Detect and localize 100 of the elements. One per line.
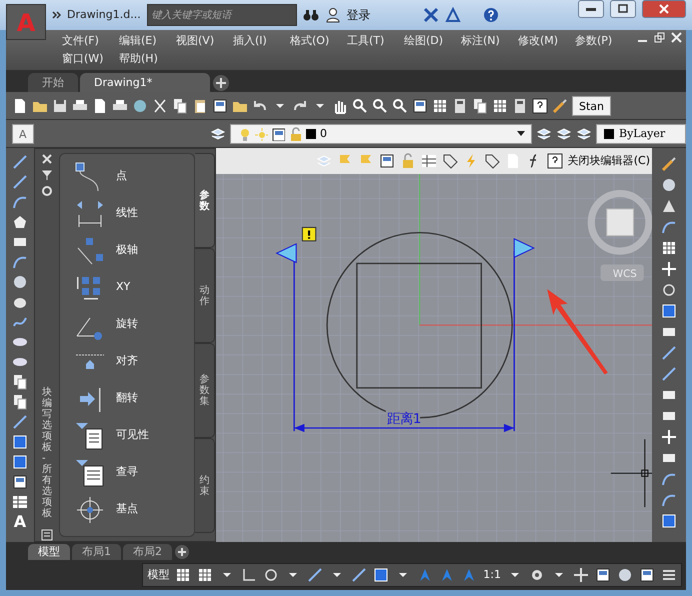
arc-icon[interactable] [12, 194, 28, 210]
arc-icon[interactable] [661, 492, 677, 508]
document-icon[interactable] [12, 98, 28, 114]
circle-icon[interactable] [617, 567, 633, 583]
table-icon[interactable] [420, 153, 437, 169]
restore-icon[interactable] [654, 32, 665, 43]
palette-item[interactable]: 对齐 [60, 343, 194, 380]
line-icon[interactable] [661, 345, 677, 361]
palette-item[interactable]: 线性 [60, 195, 194, 232]
window-icon[interactable] [639, 567, 655, 583]
menu-icon[interactable] [661, 567, 677, 583]
square-icon[interactable] [12, 434, 28, 450]
square-icon[interactable] [373, 567, 390, 583]
menu-item[interactable]: 窗口(W) [62, 50, 119, 68]
x-logo-icon[interactable] [422, 7, 439, 23]
double-chevron-icon[interactable] [52, 9, 61, 21]
warning-icon[interactable] [302, 226, 316, 242]
menu-item[interactable]: 帮助(H) [119, 50, 176, 68]
binoculars-icon[interactable] [302, 7, 319, 23]
help-icon[interactable] [482, 7, 499, 23]
triangle-icon[interactable] [444, 7, 461, 23]
move-icon[interactable] [661, 261, 677, 277]
line-icon[interactable] [307, 567, 324, 583]
plus-icon[interactable] [573, 567, 589, 583]
palette-item[interactable]: 查寻 [60, 454, 194, 491]
layers-icon[interactable] [576, 126, 592, 142]
window-icon[interactable] [378, 153, 395, 169]
layers-icon[interactable] [556, 126, 572, 142]
line-icon[interactable] [351, 567, 368, 583]
window-icon[interactable] [12, 474, 28, 490]
grip-triangle-icon[interactable] [514, 238, 535, 258]
pages-icon[interactable] [12, 374, 28, 390]
login-link[interactable]: 登录 [346, 6, 417, 24]
properties-icon[interactable] [41, 529, 53, 541]
angle-icon[interactable] [241, 567, 258, 583]
arc-icon[interactable] [661, 219, 677, 235]
document-icon[interactable] [92, 98, 108, 114]
line-icon[interactable] [12, 174, 28, 190]
close-block-editor-link[interactable]: 关闭块编辑器(C) [568, 152, 650, 170]
text-tool-icon[interactable]: A [14, 514, 26, 530]
grid-icon[interactable] [175, 567, 192, 583]
calculator-icon[interactable] [452, 98, 468, 114]
window-icon[interactable] [212, 98, 228, 114]
grip-triangle-icon[interactable] [275, 243, 297, 264]
file-tab[interactable]: 开始 [28, 73, 78, 92]
palette-item[interactable]: 可见性 [60, 417, 194, 454]
calculator-icon[interactable] [512, 98, 528, 114]
color-dropdown[interactable]: ByLayer [596, 124, 686, 144]
scissors-icon[interactable] [152, 98, 168, 114]
circle-icon[interactable] [661, 177, 677, 193]
add-tab-icon[interactable] [212, 74, 230, 92]
close-icon[interactable] [671, 32, 682, 43]
menu-item[interactable]: 文件(F) [62, 32, 119, 50]
palette-item[interactable]: 旋转 [60, 306, 194, 343]
add-tab-icon[interactable] [174, 544, 190, 560]
square-icon[interactable] [661, 303, 677, 319]
text-style-field[interactable]: A [12, 124, 34, 144]
save-icon[interactable] [52, 98, 68, 114]
palette-item[interactable]: 点 [60, 158, 194, 195]
magnifier-icon[interactable] [372, 98, 388, 114]
palette-item[interactable]: 基点 [60, 491, 194, 528]
pentagon-icon[interactable] [12, 214, 28, 230]
menu-item[interactable]: 修改(M) [518, 32, 575, 50]
annotation-scale[interactable]: 1:1 [483, 566, 501, 584]
grid-icon[interactable] [432, 98, 448, 114]
line-icon[interactable] [12, 154, 28, 170]
line-icon[interactable] [12, 414, 28, 430]
minimize-button[interactable] [578, 0, 604, 18]
layer-dropdown[interactable]: 0 [230, 124, 532, 144]
palette-tab[interactable]: 参数 [195, 153, 215, 248]
square-icon[interactable] [12, 454, 28, 470]
layout-tab[interactable]: 模型 [28, 544, 70, 560]
palette-tab[interactable]: 参数集 [195, 343, 215, 438]
file-tab[interactable]: Drawing1* [80, 73, 210, 92]
magnifier-icon[interactable] [392, 98, 408, 114]
maximize-button[interactable] [610, 0, 636, 18]
palette-item[interactable]: 翻转 [60, 380, 194, 417]
help-icon[interactable] [532, 98, 548, 114]
table-icon[interactable] [12, 494, 28, 510]
menu-item[interactable]: 编辑(E) [119, 32, 176, 50]
help-icon[interactable] [546, 153, 563, 169]
grid-icon[interactable] [661, 240, 677, 256]
model-space-button[interactable]: 模型 [147, 566, 170, 584]
clipboard-icon[interactable] [192, 98, 208, 114]
tag-icon[interactable] [442, 153, 458, 169]
search-field[interactable]: 键入关键字或短语 [146, 4, 297, 26]
window-icon[interactable] [412, 98, 428, 114]
text-style-field[interactable]: Stan [572, 96, 612, 116]
palette-tab[interactable]: 动作 [195, 248, 215, 343]
pages-icon[interactable] [472, 98, 488, 114]
grid-icon[interactable] [492, 98, 508, 114]
square-icon[interactable] [661, 513, 677, 529]
menu-item[interactable]: 绘图(D) [404, 32, 461, 50]
grid-icon[interactable] [197, 567, 214, 583]
close-button[interactable] [642, 0, 686, 18]
menu-item[interactable]: 视图(V) [176, 32, 233, 50]
layers-icon[interactable] [536, 126, 552, 142]
move-icon[interactable] [661, 429, 677, 445]
menu-item[interactable]: 参数(P) [575, 32, 632, 50]
line-icon[interactable] [661, 366, 677, 382]
